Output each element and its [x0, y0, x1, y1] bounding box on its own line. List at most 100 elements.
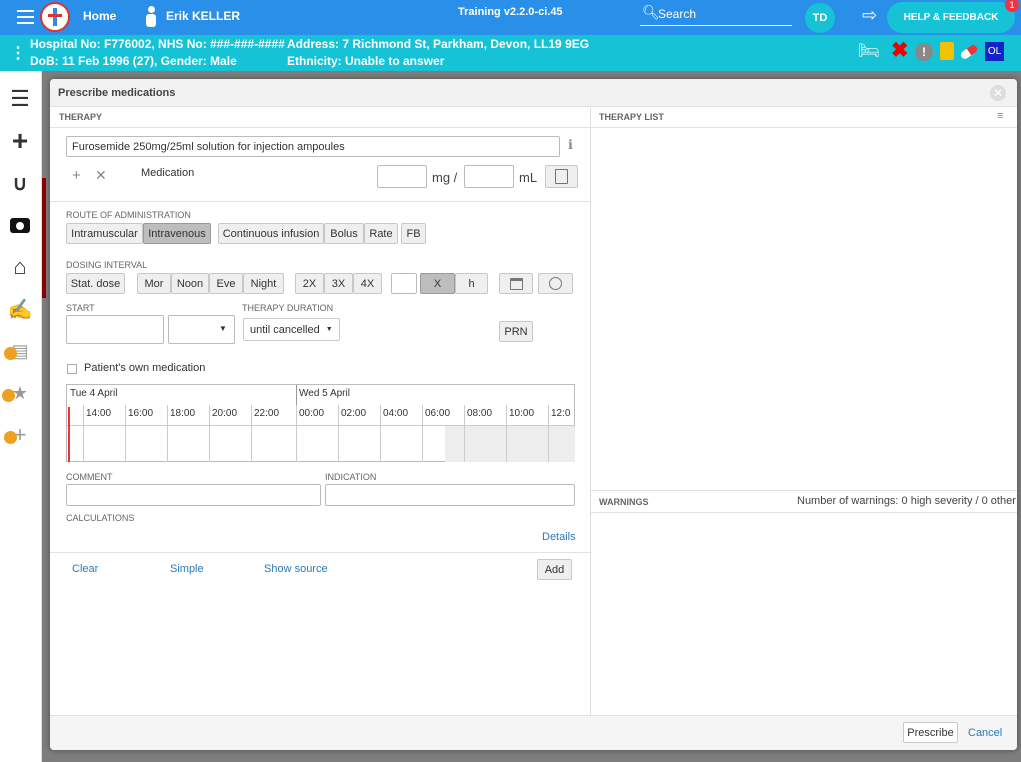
interval-number-input[interactable]	[391, 273, 417, 294]
timeline-hour: 20:00	[209, 405, 251, 462]
timeline-hour: 12:0	[548, 405, 590, 462]
timeline-hour: 08:00	[464, 405, 506, 462]
dialog-footer	[50, 715, 1017, 750]
timeline-hour-label: 14:00	[86, 408, 112, 419]
home-link[interactable]: Home	[83, 9, 116, 23]
calculations-label: CALCULATIONS	[66, 513, 135, 523]
alert-icon[interactable]: !	[915, 43, 933, 61]
dosing-interval-label: DOSING INTERVAL	[66, 260, 148, 270]
calendar-button[interactable]	[499, 273, 533, 294]
calculator-button[interactable]	[545, 165, 578, 188]
menu-icon[interactable]	[17, 9, 35, 25]
sidebar-sign-icon[interactable]: ✍	[0, 291, 40, 327]
timeline-hour: 16:00	[125, 405, 167, 462]
lock-icon	[4, 347, 17, 360]
sidebar-camera-icon[interactable]	[0, 207, 40, 243]
remove-icon[interactable]: ✕	[95, 167, 107, 184]
chevron-down-icon: ▼	[325, 326, 333, 333]
lock-icon	[4, 431, 17, 444]
search-box[interactable]: 🔍︎ Search	[640, 4, 792, 26]
timeline[interactable]: Tue 4 April Wed 5 April 14:00 16:00 18:00 2…	[66, 384, 575, 462]
timeline-hour-label: 16:00	[128, 408, 154, 419]
initials-text: TD	[812, 12, 828, 24]
sidebar-list-icon[interactable]: ☰	[0, 81, 40, 117]
time-eve-button[interactable]: Eve	[209, 273, 243, 294]
logout-icon[interactable]: ⇨	[862, 5, 877, 26]
badge-count: 1	[1009, 0, 1015, 10]
dose-mg-input[interactable]	[377, 165, 427, 188]
dose-unit-ml: mL	[519, 170, 538, 185]
timeline-hour-label: 00:00	[299, 408, 325, 419]
sidebar-add-icon[interactable]: +	[0, 123, 40, 159]
user-initials-avatar[interactable]: TD	[805, 3, 835, 33]
freq-4x-button[interactable]: 4X	[353, 273, 382, 294]
therapy-list-menu-icon[interactable]: ≡	[997, 110, 1003, 122]
patient-banner: ⋮ Hospital No: F776002, NHS No: ###-###-…	[0, 35, 1021, 71]
clear-link[interactable]: Clear	[72, 563, 98, 575]
route-rate[interactable]: Rate	[364, 223, 398, 244]
ol-text: OL	[987, 46, 1002, 57]
add-icon[interactable]: +	[72, 167, 81, 184]
prescribe-button[interactable]: Prescribe	[903, 722, 958, 743]
therapy-duration-value: until cancelled	[250, 323, 320, 336]
interval-h-button[interactable]: h	[455, 273, 488, 294]
user-name[interactable]: Erik KELLER	[166, 9, 240, 23]
own-medication-checkbox[interactable]	[67, 364, 77, 374]
cancel-link[interactable]: Cancel	[968, 727, 1002, 739]
simple-link[interactable]: Simple	[170, 563, 204, 575]
time-noon-button[interactable]: Noon	[171, 273, 209, 294]
sidebar-home-icon[interactable]: ⌂	[0, 249, 40, 285]
comment-label: COMMENT	[66, 472, 113, 482]
indication-input[interactable]	[325, 484, 575, 506]
clock-button[interactable]	[538, 273, 573, 294]
patient-dob-gender: DoB: 11 Feb 1996 (27), Gender: Male	[30, 54, 237, 68]
start-time-select[interactable]: ▼	[168, 315, 235, 344]
freq-3x-button[interactable]: 3X	[324, 273, 353, 294]
dialog-title: Prescribe medications	[58, 87, 176, 99]
drug-info-icon[interactable]: ℹ	[568, 137, 573, 153]
time-mor-button[interactable]: Mor	[137, 273, 171, 294]
patient-ethnicity: Ethnicity: Unable to answer	[287, 54, 445, 68]
drug-name: Furosemide 250mg/25ml solution for injec…	[72, 141, 345, 153]
hospital-nhs-number: Hospital No: F776002, NHS No: ###-###-##…	[30, 37, 285, 51]
stat-dose-button[interactable]: Stat. dose	[66, 273, 125, 294]
fb-button[interactable]: FB	[401, 223, 426, 244]
ol-badge[interactable]: OL	[985, 42, 1004, 61]
timeline-hours1: 14:00 16:00 18:00 20:00 22:00	[67, 405, 296, 462]
interval-x-button[interactable]: X	[420, 273, 455, 294]
show-source-link[interactable]: Show source	[264, 563, 328, 575]
dose-ml-input[interactable]	[464, 165, 514, 188]
add-button[interactable]: Add	[537, 559, 572, 580]
details-link[interactable]: Details	[542, 531, 576, 543]
route-intramuscular[interactable]: Intramuscular	[66, 223, 143, 244]
timeline-hour: 22:00	[251, 405, 293, 462]
timeline-hour-label: 04:00	[383, 408, 409, 419]
route-continuous-infusion[interactable]: Continuous infusion	[218, 223, 324, 244]
timeline-hour-label: 10:00	[509, 408, 535, 419]
patient-menu-icon[interactable]: ⋮	[10, 43, 26, 63]
freq-2x-button[interactable]: 2X	[295, 273, 324, 294]
help-feedback-button[interactable]: HELP & FEEDBACK	[887, 2, 1015, 33]
user-icon	[145, 6, 157, 28]
time-night-button[interactable]: Night	[243, 273, 284, 294]
close-icon[interactable]: ✕	[990, 85, 1006, 101]
indication-label: INDICATION	[325, 472, 377, 482]
sidebar-stethoscope-icon[interactable]: ∪	[0, 165, 40, 201]
timeline-hour: 02:00	[338, 405, 380, 462]
own-medication-label: Patient's own medication	[84, 362, 206, 374]
background-red-marker	[42, 178, 46, 298]
start-date-input[interactable]	[66, 315, 164, 344]
timeline-hour: 14:00	[83, 405, 125, 462]
bed-icon[interactable]: 🛏︎	[858, 41, 880, 61]
comment-input[interactable]	[66, 484, 321, 506]
red-x-icon[interactable]: ✖	[891, 38, 909, 63]
timeline-hour: 00:00	[296, 405, 338, 462]
version-label: Training v2.2.0-ci.45	[458, 6, 563, 18]
clipboard-icon[interactable]	[940, 42, 954, 60]
route-intravenous[interactable]: Intravenous	[143, 223, 211, 244]
therapy-duration-select[interactable]: until cancelled ▼	[243, 318, 340, 341]
route-bolus[interactable]: Bolus	[324, 223, 364, 244]
route-label: ROUTE OF ADMINISTRATION	[66, 210, 191, 220]
medication-pill-icon[interactable]	[959, 43, 979, 61]
prn-button[interactable]: PRN	[499, 321, 533, 342]
